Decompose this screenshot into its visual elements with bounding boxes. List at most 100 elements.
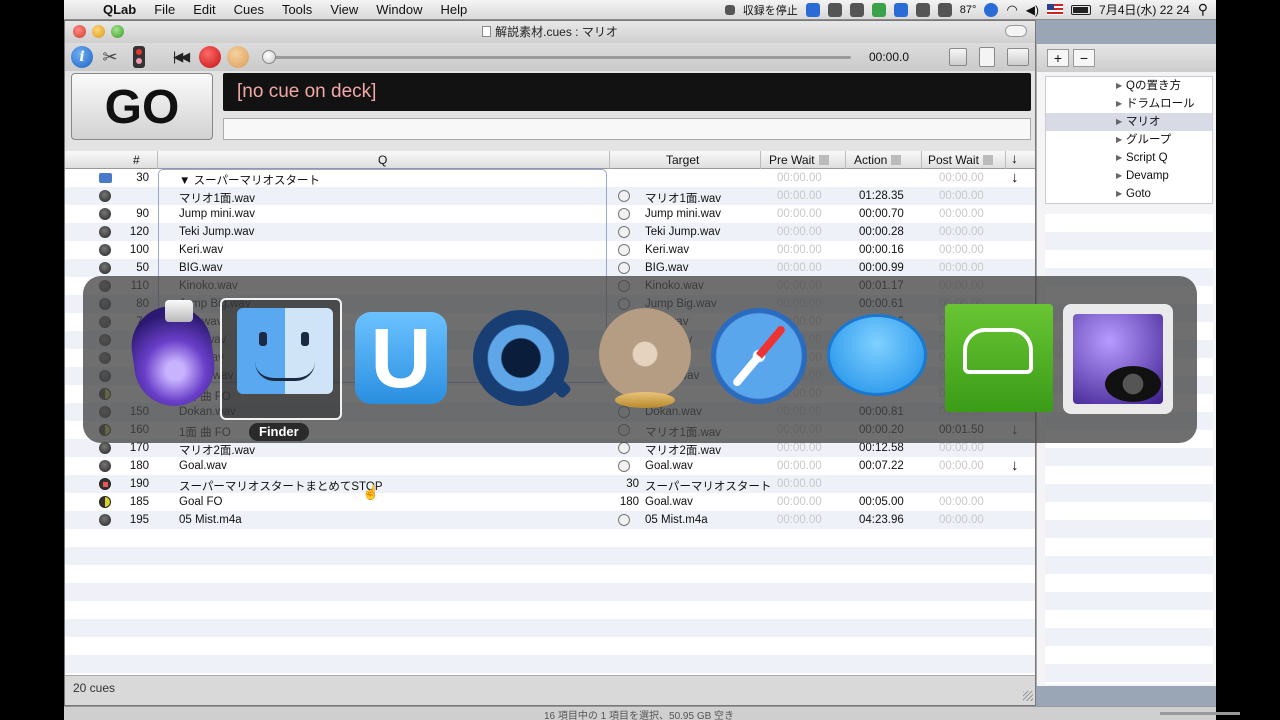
scrub-knob[interactable] (262, 50, 276, 64)
col-q[interactable]: Q (378, 153, 387, 167)
icon-size-slider[interactable] (1160, 712, 1240, 715)
auto-continue-icon[interactable]: ↓ (1011, 457, 1019, 474)
cue-name[interactable]: BIG.wav (179, 262, 222, 274)
cue-number[interactable]: 185 (125, 496, 149, 508)
scrub-track[interactable] (263, 56, 851, 59)
cue-number[interactable]: 195 (125, 514, 149, 526)
cue-action[interactable]: 00:05.00 (859, 496, 904, 508)
device-icon[interactable] (979, 47, 995, 67)
zoom-button[interactable] (111, 25, 124, 38)
u-app-icon[interactable] (345, 300, 457, 412)
post-wait-toggle-icon[interactable] (982, 155, 993, 165)
remove-button[interactable]: − (1073, 49, 1095, 67)
cue-post-wait[interactable]: 00:00.00 (939, 262, 984, 274)
pause-all-icon[interactable] (227, 46, 249, 68)
cue-name[interactable]: マリオ2面.wav (179, 442, 255, 458)
cue-action[interactable]: 00:07.22 (859, 460, 904, 472)
cue-action[interactable]: 00:00.28 (859, 226, 904, 238)
toolbar-toggle-button[interactable] (1005, 25, 1027, 37)
target-audio-icon[interactable] (618, 244, 630, 256)
cue-pre-wait[interactable]: 00:00.00 (777, 496, 822, 508)
status-bars-icon[interactable] (871, 2, 886, 17)
menu-help[interactable]: Help (432, 2, 477, 17)
qlab-icon[interactable] (123, 300, 235, 412)
finder-item[interactable]: Qの置き方 (1046, 77, 1212, 95)
target-audio-icon[interactable] (618, 442, 630, 454)
cue-row[interactable]: 90 Jump mini.wav Jump mini.wav 00:00.00 00:0… (65, 205, 1035, 223)
minimize-button[interactable] (92, 25, 105, 38)
col-post-wait[interactable]: Post Wait (928, 153, 993, 167)
cue-target[interactable]: BIG.wav (645, 262, 688, 274)
stop-recording-icon[interactable] (724, 4, 735, 15)
cue-post-wait[interactable]: 00:00.00 (939, 226, 984, 238)
col-target[interactable]: Target (666, 153, 699, 167)
cue-action[interactable]: 04:23.96 (859, 514, 904, 526)
spotlight-search-icon[interactable]: ⚲ (1198, 1, 1208, 18)
cue-number[interactable]: 170 (125, 442, 149, 454)
cue-pre-wait[interactable]: 00:00.00 (777, 226, 822, 238)
add-button[interactable]: + (1047, 49, 1069, 67)
home-cloud-icon[interactable] (941, 300, 1053, 412)
target-audio-icon[interactable] (618, 208, 630, 220)
col-action[interactable]: Action (854, 153, 902, 167)
continue-mode-header-icon[interactable]: ↓ (1011, 151, 1018, 166)
cue-target[interactable]: マリオ1面.wav (645, 190, 721, 206)
cue-pre-wait[interactable]: 00:00.00 (777, 460, 822, 472)
wifi-icon[interactable]: ◠ (1006, 2, 1017, 18)
menu-file[interactable]: File (145, 2, 184, 17)
cue-pre-wait[interactable]: 00:00.00 (777, 190, 822, 202)
finder-item[interactable]: グループ (1046, 131, 1212, 149)
cue-post-wait[interactable]: 00:00.00 (939, 172, 984, 184)
cue-pre-wait[interactable]: 00:00.00 (777, 442, 822, 454)
photo-booth-icon[interactable] (1059, 300, 1173, 414)
cue-pre-wait[interactable]: 00:00.00 (777, 514, 822, 526)
cue-action[interactable]: 01:28.35 (859, 190, 904, 202)
finder-item[interactable]: Script Q (1046, 149, 1212, 167)
cue-name[interactable]: ▼ スーパーマリオスタート (179, 172, 320, 188)
cue-name[interactable]: Goal.wav (179, 460, 227, 472)
target-number[interactable]: 180 (617, 496, 639, 508)
cue-post-wait[interactable]: 00:00.00 (939, 190, 984, 202)
col-pre-wait[interactable]: Pre Wait (769, 153, 829, 167)
action-toggle-icon[interactable] (891, 155, 902, 165)
status-bubble-icon[interactable] (827, 2, 842, 17)
status-x-icon[interactable] (915, 2, 930, 17)
cue-number[interactable]: 120 (125, 226, 149, 238)
menu-cues[interactable]: Cues (225, 2, 273, 17)
sidebar-icon[interactable] (1007, 48, 1029, 66)
cue-name[interactable]: 05 Mist.m4a (179, 514, 242, 526)
recording-label[interactable]: 収録を停止 (743, 2, 798, 18)
target-audio-icon[interactable] (618, 190, 630, 202)
close-button[interactable] (73, 25, 86, 38)
cue-target[interactable]: Keri.wav (645, 244, 689, 256)
status-sync-icon[interactable] (893, 2, 908, 17)
cue-number[interactable]: 50 (125, 262, 149, 274)
cue-pre-wait[interactable]: 00:00.00 (777, 244, 822, 256)
traffic-light-icon[interactable] (133, 46, 145, 68)
cue-action[interactable]: 00:00.16 (859, 244, 904, 256)
menu-window[interactable]: Window (367, 2, 431, 17)
cue-post-wait[interactable]: 00:00.00 (939, 460, 984, 472)
cue-action[interactable]: 00:00.70 (859, 208, 904, 220)
volume-icon[interactable]: ◀) (1026, 3, 1039, 17)
quicktime-icon[interactable] (467, 300, 579, 412)
cue-target[interactable]: Goal.wav (645, 496, 693, 508)
tools-icon[interactable]: ✂ (99, 46, 121, 68)
target-audio-icon[interactable] (618, 262, 630, 274)
cue-action[interactable]: 00:00.99 (859, 262, 904, 274)
cue-number[interactable]: 190 (125, 478, 149, 490)
target-audio-icon[interactable] (618, 226, 630, 238)
finder-item[interactable]: マリオ (1046, 113, 1212, 131)
cue-number[interactable]: 90 (125, 208, 149, 220)
cue-target[interactable]: Goal.wav (645, 460, 693, 472)
cue-pre-wait[interactable]: 00:00.00 (777, 208, 822, 220)
resize-grip-icon[interactable] (1023, 691, 1033, 701)
col-number[interactable]: # (133, 153, 140, 167)
cue-row[interactable]: 190 スーパーマリオスタートまとめてSTOP 30 スーパーマリオスタート 00:00… (65, 475, 1035, 493)
cue-pre-wait[interactable]: 00:00.00 (777, 172, 822, 184)
cue-pre-wait[interactable]: 00:00.00 (777, 478, 822, 490)
messages-icon[interactable] (819, 300, 931, 412)
cue-action[interactable]: 00:12.58 (859, 442, 904, 454)
cue-target[interactable]: 05 Mist.m4a (645, 514, 708, 526)
auto-continue-icon[interactable]: ↓ (1011, 169, 1019, 186)
